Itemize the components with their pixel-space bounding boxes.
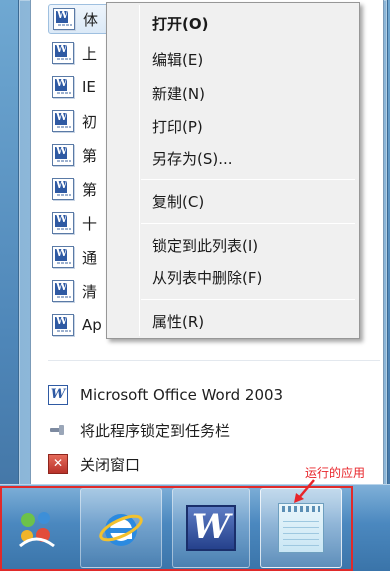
recent-item-label: Ap <box>82 316 102 334</box>
recent-item-label: 体 <box>83 10 99 29</box>
task-close-window[interactable]: ✕ 关闭窗口 <box>48 451 140 477</box>
recent-item-label: 初 <box>82 112 98 131</box>
recent-item-label: 第 <box>82 180 98 199</box>
word-doc-icon: W <box>53 8 75 30</box>
recent-item-label: IE <box>82 78 96 96</box>
task-close-label: 关闭窗口 <box>80 455 141 474</box>
menu-item-print[interactable]: 打印(P) <box>152 114 203 138</box>
menu-item-properties[interactable]: 属性(R) <box>152 309 204 333</box>
jump-list-divider <box>48 360 380 361</box>
annotation-arrow-icon <box>294 479 315 503</box>
recent-item-label: 清 <box>82 282 98 301</box>
menu-separator <box>141 179 355 180</box>
context-menu: 打开(O) 编辑(E) 新建(N) 打印(P) 另存为(S)... 复制(C) … <box>106 2 360 339</box>
task-pin-label: 将此程序锁定到任务栏 <box>80 421 231 440</box>
recent-item-label: 十 <box>82 214 98 233</box>
close-icon: ✕ <box>48 454 68 474</box>
pin-icon <box>48 420 68 440</box>
menu-separator <box>141 299 355 300</box>
menu-gutter <box>139 5 140 336</box>
menu-item-new[interactable]: 新建(N) <box>152 81 205 105</box>
word-doc-icon: W <box>52 144 74 166</box>
menu-item-save-as[interactable]: 另存为(S)... <box>152 146 233 170</box>
word-doc-icon: W <box>52 314 74 336</box>
word-doc-icon: W <box>52 178 74 200</box>
recent-item-label: 上 <box>82 44 98 63</box>
recent-item-label: 通 <box>82 248 98 267</box>
word-doc-icon: W <box>52 76 74 98</box>
menu-item-pin-to-list[interactable]: 锁定到此列表(I) <box>152 233 258 257</box>
word-doc-icon: W <box>52 246 74 268</box>
menu-item-remove-from-list[interactable]: 从列表中删除(F) <box>152 265 262 289</box>
word-doc-icon: W <box>52 110 74 132</box>
word-doc-icon: W <box>52 280 74 302</box>
task-app-name: Microsoft Office Word 2003 <box>80 386 284 404</box>
menu-separator <box>141 223 355 224</box>
word-doc-icon: W <box>52 212 74 234</box>
word-doc-icon: W <box>52 42 74 64</box>
task-pin-to-taskbar[interactable]: 将此程序锁定到任务栏 <box>48 417 230 443</box>
menu-item-edit[interactable]: 编辑(E) <box>152 47 203 71</box>
word-app-icon: W <box>48 385 68 405</box>
menu-item-copy[interactable]: 复制(C) <box>152 189 204 213</box>
menu-item-open[interactable]: 打开(O) <box>152 11 208 35</box>
task-open-app[interactable]: W Microsoft Office Word 2003 <box>48 382 283 408</box>
recent-item-label: 第 <box>82 146 98 165</box>
